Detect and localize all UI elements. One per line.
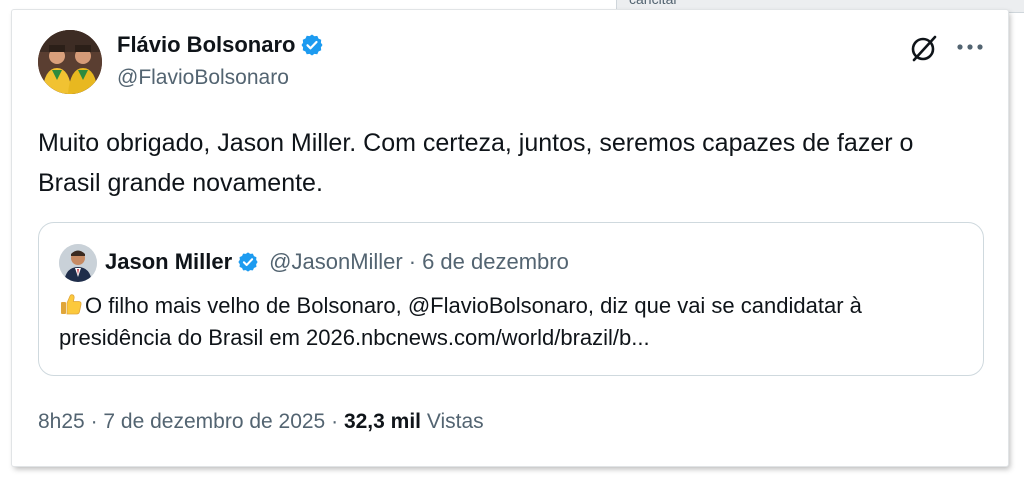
footer-separator: · xyxy=(331,410,339,433)
author-avatar[interactable] xyxy=(38,30,102,94)
quoted-avatar-image xyxy=(59,244,97,282)
grok-icon[interactable] xyxy=(908,32,940,64)
author-avatar-image xyxy=(38,30,102,94)
background-partial-text: cancital xyxy=(629,0,676,7)
quoted-header: Jason Miller @JasonMiller · 6 de dezembr… xyxy=(105,249,569,275)
views-label[interactable]: Vistas xyxy=(427,410,484,433)
quoted-author-name[interactable]: Jason Miller xyxy=(105,249,232,275)
author-handle[interactable]: @FlavioBolsonaro xyxy=(117,66,289,90)
quoted-separator: · xyxy=(408,249,417,274)
footer-separator: · xyxy=(90,410,98,433)
quoted-tweet[interactable]: Jason Miller @JasonMiller · 6 de dezembr… xyxy=(38,222,984,376)
author-name-row[interactable]: Flávio Bolsonaro xyxy=(117,32,324,58)
tweet-time[interactable]: 8h25 xyxy=(38,410,85,433)
tweet-text: Muito obrigado, Jason Miller. Com certez… xyxy=(38,129,914,197)
verified-badge-icon xyxy=(301,34,323,56)
tweet-date[interactable]: 7 de dezembro de 2025 xyxy=(103,410,325,433)
quoted-text: O filho mais velho de Bolsonaro, @Flavio… xyxy=(59,293,862,350)
quoted-author-avatar[interactable] xyxy=(59,244,97,282)
quoted-text-block: O filho mais velho de Bolsonaro, @Flavio… xyxy=(59,290,959,354)
quoted-date[interactable]: 6 de dezembro xyxy=(422,249,569,275)
thumbs-up-icon xyxy=(61,294,82,315)
verified-badge-icon xyxy=(238,252,258,272)
tweet-footer: 8h25 · 7 de dezembro de 2025 · 32,3 mil … xyxy=(38,410,484,434)
more-options-icon[interactable] xyxy=(956,43,984,51)
quoted-author-handle[interactable]: @JasonMiller xyxy=(269,249,403,275)
author-name[interactable]: Flávio Bolsonaro xyxy=(117,32,295,58)
views-count[interactable]: 32,3 mil xyxy=(344,410,421,433)
